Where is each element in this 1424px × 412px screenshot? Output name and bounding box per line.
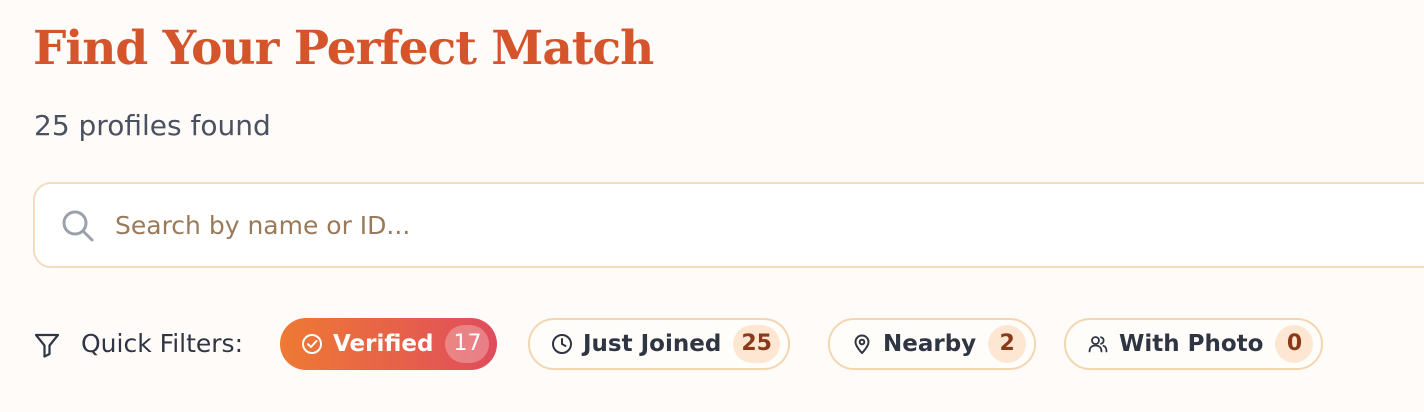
page-title: Find Your Perfect Match [33, 21, 654, 76]
search-bar[interactable] [33, 182, 1424, 268]
clock-icon [552, 334, 572, 354]
map-pin-icon [854, 334, 870, 354]
check-circle-icon [302, 334, 322, 354]
filter-chip-count: 0 [1275, 325, 1314, 363]
users-icon [1088, 336, 1108, 353]
quick-filters: Quick Filters: Verified 17 Just Joined 2… [33, 318, 1413, 370]
filter-chip-label: Nearby [883, 331, 977, 357]
filter-chip-label: Just Joined [583, 331, 722, 357]
quick-filters-label: Quick Filters: [81, 329, 243, 358]
filter-chip-label: With Photo [1119, 331, 1264, 357]
filter-icon [34, 333, 60, 358]
filter-chip-with-photo[interactable]: With Photo 0 [1064, 318, 1324, 370]
filter-chip-count: 25 [733, 325, 780, 363]
results-count: 25 profiles found [34, 109, 271, 142]
filter-chip-label: Verified [333, 331, 434, 357]
filter-chip-nearby[interactable]: Nearby 2 [828, 318, 1037, 370]
search-icon [62, 210, 94, 242]
filter-chip-just-joined[interactable]: Just Joined 25 [528, 318, 790, 370]
filter-chip-count: 17 [445, 325, 490, 363]
filter-chip-verified[interactable]: Verified 17 [280, 318, 498, 370]
search-input[interactable] [115, 202, 1415, 248]
filter-chip-count: 2 [988, 325, 1027, 363]
